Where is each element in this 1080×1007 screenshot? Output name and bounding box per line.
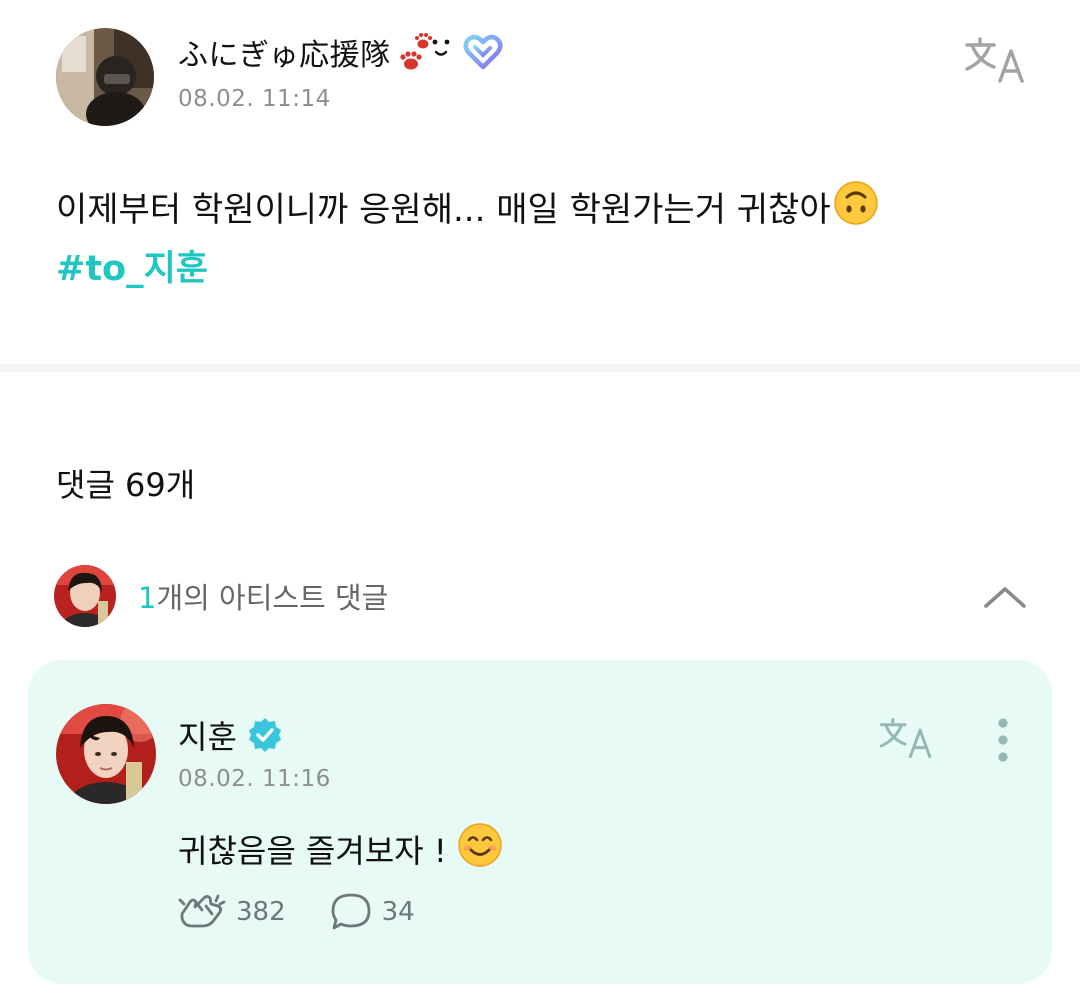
translate-comment-button[interactable] xyxy=(874,710,938,766)
reply-count: 34 xyxy=(381,897,415,927)
translate-icon xyxy=(879,718,932,758)
author-name: ふにぎゅ応援隊 xyxy=(178,38,391,73)
artist-comment-timestamp: 08.02. 11:16 xyxy=(178,766,331,792)
artist-name: 지훈 xyxy=(178,718,237,756)
smiling-face-emoji-icon xyxy=(457,822,503,876)
post-text-line: 이제부터 학원이니까 응원해... 매일 학원가는거 귀찮아 xyxy=(56,180,1036,240)
artist-comments-label: 1개의 아티스트 댓글 xyxy=(138,575,388,617)
artist-avatar[interactable] xyxy=(56,704,156,804)
verified-badge-icon xyxy=(248,718,281,752)
post-timestamp: 08.02. 11:14 xyxy=(178,86,331,112)
artist-comment-card: 지훈 08.02. 11:16 귀찮음을 즐겨보자 ! 382 34 xyxy=(28,660,1052,984)
translate-button[interactable] xyxy=(960,30,1030,90)
comments-count: 댓글 69개 xyxy=(56,466,196,504)
post-detail-page: ふにぎゅ応援隊 08.02. 11:14 이제부터 학원이니까 응원해... 매… xyxy=(0,0,1080,1007)
translate-icon xyxy=(965,37,1024,83)
cheer-hands-icon xyxy=(178,894,226,928)
more-options-button[interactable] xyxy=(986,714,1020,766)
chevron-up-icon xyxy=(984,587,1026,608)
post-text: 이제부터 학원이니까 응원해... 매일 학원가는거 귀찮아 xyxy=(56,190,831,230)
artist-comment-text: 귀찮음을 즐겨보자 ! xyxy=(178,832,447,870)
artist-comment-body: 귀찮음을 즐겨보자 ! xyxy=(178,822,503,876)
speech-bubble-icon xyxy=(331,893,371,930)
post-author[interactable]: ふにぎゅ応援隊 xyxy=(178,30,503,74)
hashtag-link[interactable]: #to_지훈 xyxy=(56,244,208,294)
author-avatar[interactable] xyxy=(56,28,154,126)
like-button[interactable]: 382 xyxy=(178,892,286,932)
artist-comments-count: 1 xyxy=(138,581,157,615)
artist-avatar-small xyxy=(54,565,116,627)
post-content: 이제부터 학원이니까 응원해... 매일 학원가는거 귀찮아 #to_지훈 xyxy=(56,180,1036,294)
artist-comments-text: 개의 아티스트 댓글 xyxy=(156,581,389,615)
paw-emoji-icon xyxy=(395,30,455,74)
collapse-button[interactable] xyxy=(980,572,1030,622)
reply-button[interactable]: 34 xyxy=(330,892,415,932)
artist-comments-toggle[interactable]: 1개의 아티스트 댓글 xyxy=(54,564,1034,628)
artist-author[interactable]: 지훈 xyxy=(178,712,283,758)
artist-comment-actions: 382 34 xyxy=(178,892,415,932)
like-count: 382 xyxy=(236,897,286,927)
section-divider xyxy=(0,364,1080,372)
upside-down-face-emoji-icon xyxy=(833,180,879,240)
heart-badge-icon xyxy=(463,34,503,70)
more-vertical-icon xyxy=(998,718,1008,762)
